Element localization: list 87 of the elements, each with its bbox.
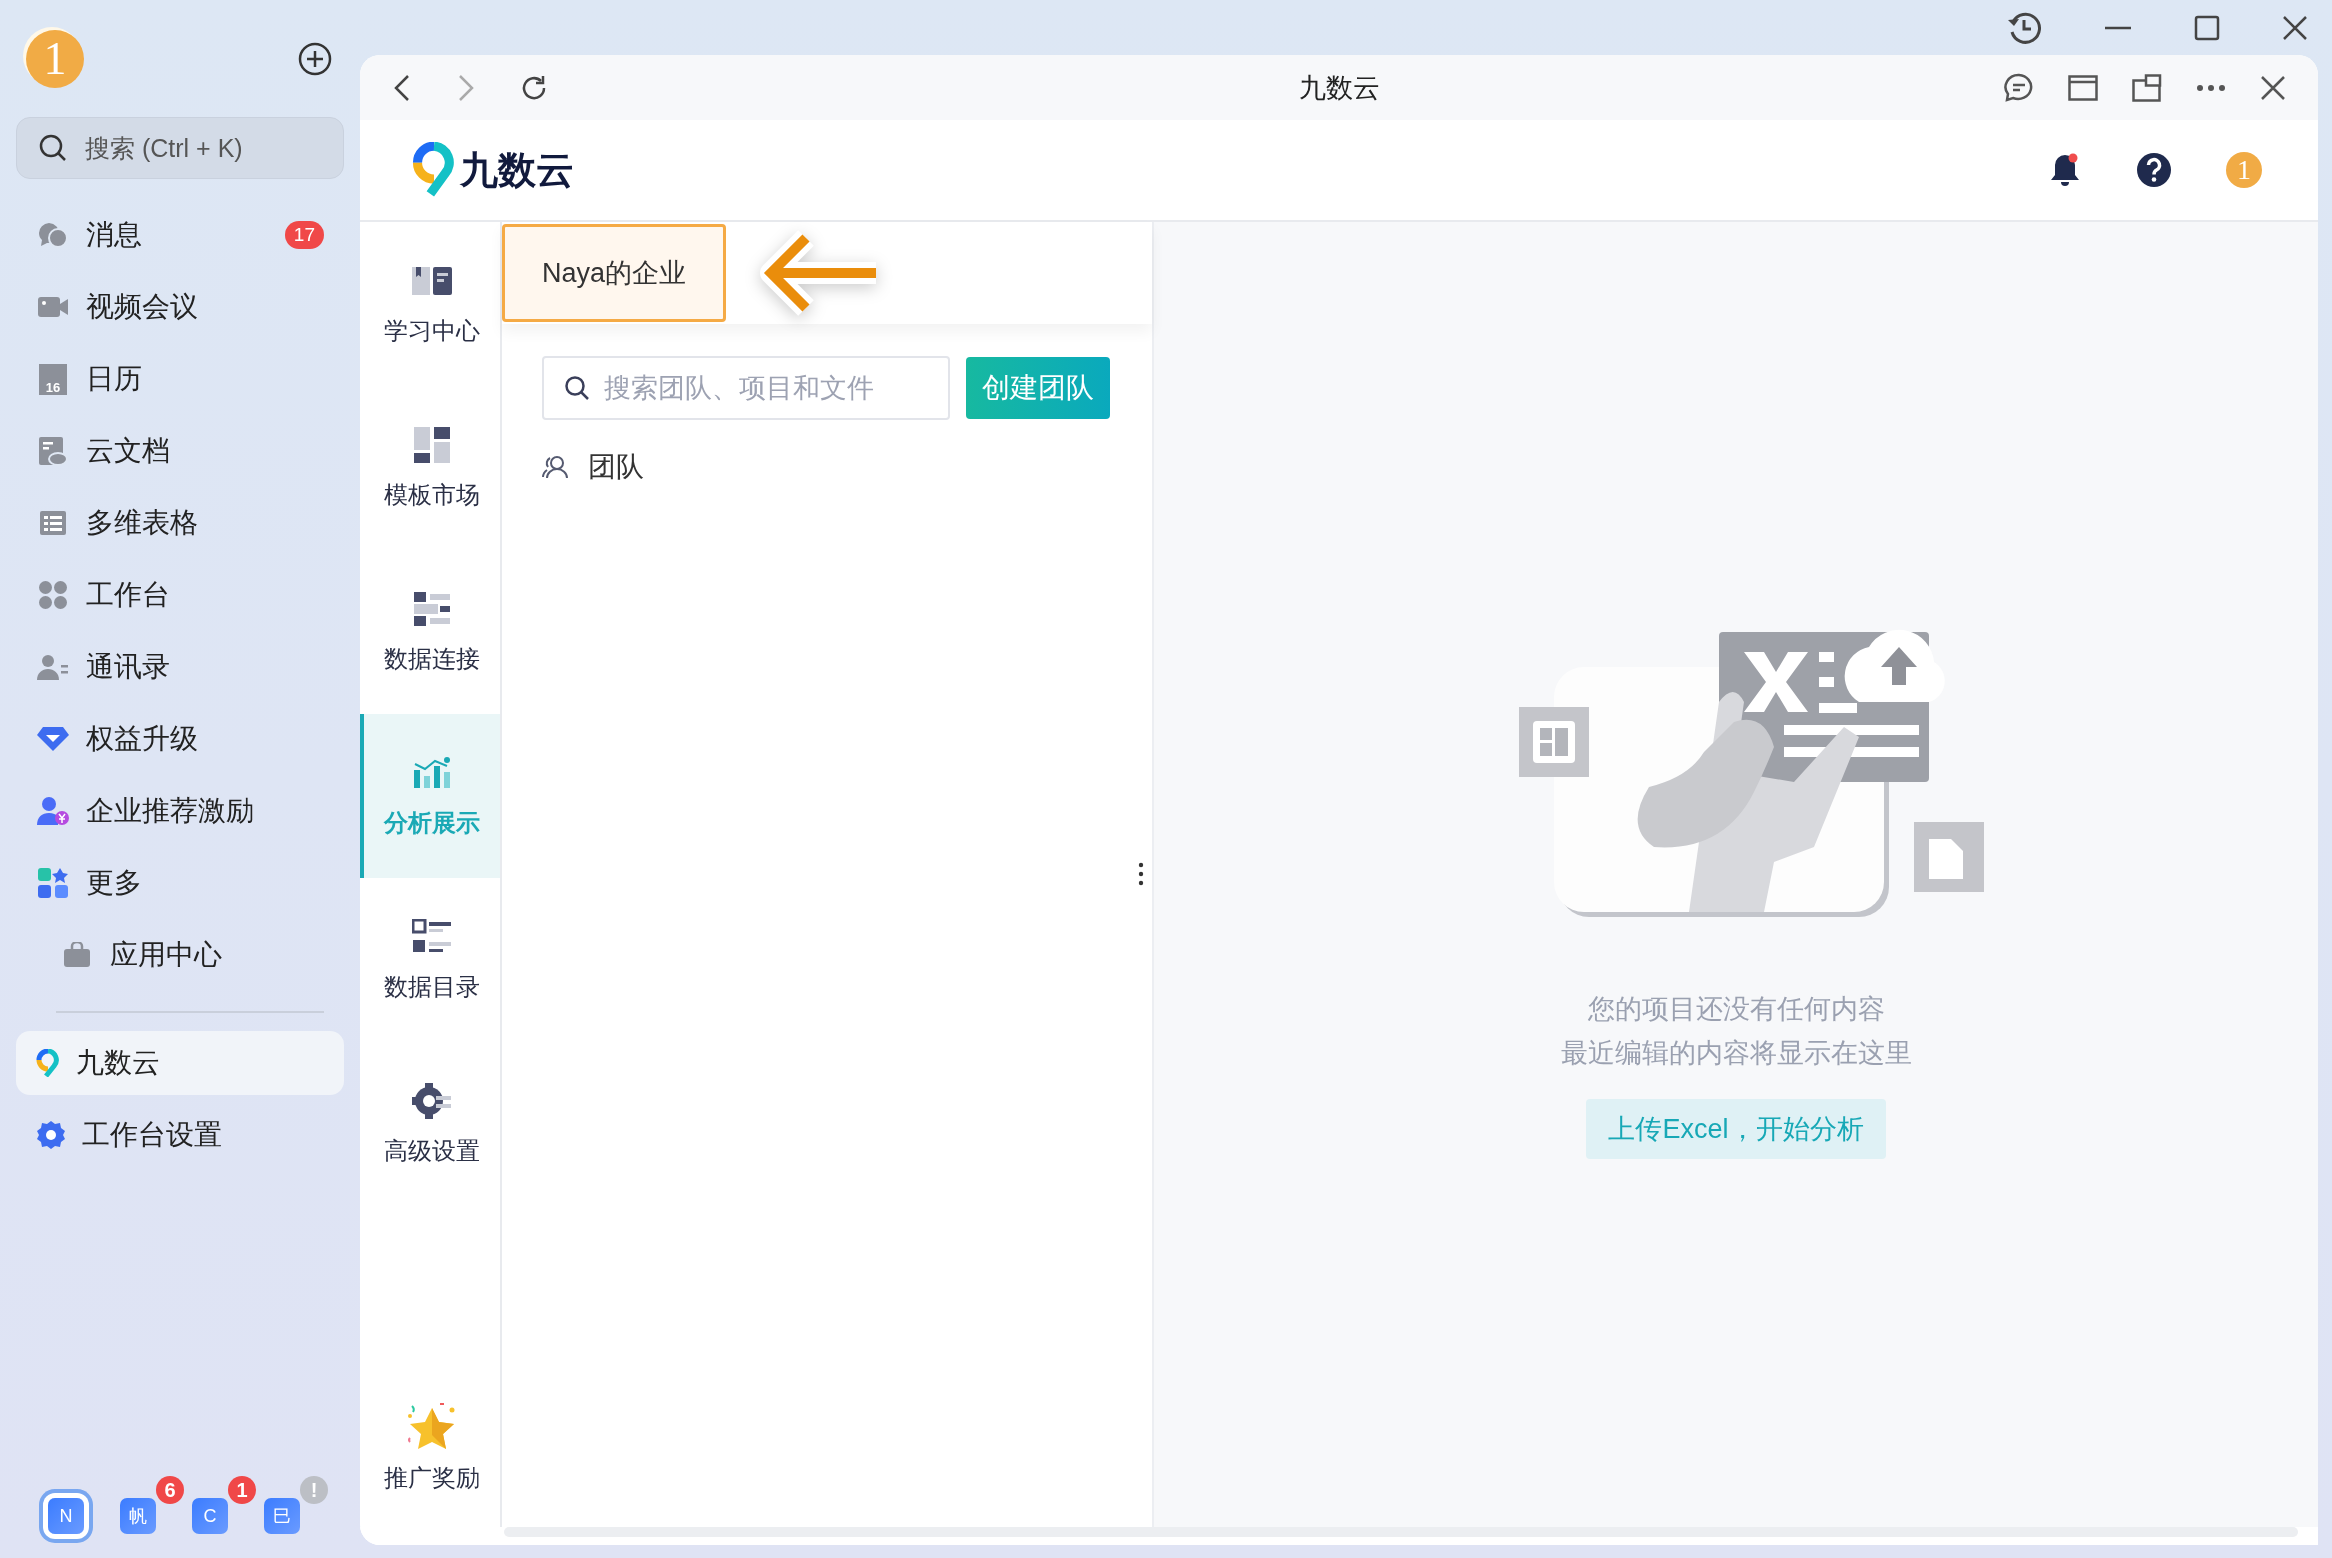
close-icon[interactable] xyxy=(2282,14,2308,41)
nav-item[interactable]: 数据连接 xyxy=(360,550,500,714)
sidebar-item[interactable]: 工作台 xyxy=(16,559,344,631)
sidebar-label: 通讯录 xyxy=(86,650,171,684)
person-yen-icon xyxy=(37,796,69,826)
sidebar-item[interactable]: 云文档 xyxy=(16,415,344,487)
sidebar-item[interactable]: 工作台设置 xyxy=(16,1103,344,1167)
nav-label: 推广奖励 xyxy=(384,1463,480,1493)
add-icon[interactable] xyxy=(298,41,332,76)
sidebar-label: 企业推荐激励 xyxy=(86,794,255,828)
bag-icon xyxy=(63,942,91,968)
sidebar-label: 多维表格 xyxy=(86,506,199,540)
gear-list-icon xyxy=(412,1082,452,1120)
sidebar-item[interactable]: 权益升级 xyxy=(16,703,344,775)
bell-icon[interactable] xyxy=(2048,152,2082,188)
grid-icon xyxy=(38,580,68,610)
nav-item[interactable]: 数据目录 xyxy=(360,878,500,1042)
book-icon xyxy=(411,265,453,297)
search-field[interactable]: 搜索团队、项目和文件 xyxy=(542,356,950,420)
sidebar-label: 权益升级 xyxy=(86,722,199,756)
calendar-icon: 16 xyxy=(39,363,67,395)
unread-badge: 17 xyxy=(284,221,324,249)
chat-icon xyxy=(37,221,69,249)
nav-item[interactable]: 高级设置 xyxy=(360,1042,500,1206)
template-grid-icon xyxy=(413,426,451,464)
logo-icon xyxy=(412,142,456,198)
settings-icon xyxy=(36,1120,66,1150)
document-cloud-icon xyxy=(38,436,68,466)
empty-message: 您的项目还没有任何内容 xyxy=(1587,993,1885,1026)
nav-label: 高级设置 xyxy=(384,1136,480,1166)
logo-icon xyxy=(36,1049,60,1077)
sidebar-label: 更多 xyxy=(86,866,143,900)
sidebar-label: 工作台设置 xyxy=(82,1118,223,1152)
maximize-icon[interactable] xyxy=(2194,14,2220,41)
sidebar-label: 工作台 xyxy=(86,578,171,612)
nav-item[interactable]: 学习中心 xyxy=(360,222,500,386)
more-icon[interactable] xyxy=(2196,83,2226,92)
sidebar-item[interactable]: 视频会议 xyxy=(16,271,344,343)
sidebar-item[interactable]: 消息 17 xyxy=(16,199,344,271)
close-icon[interactable] xyxy=(2260,74,2286,101)
sidebar-item[interactable]: 多维表格 xyxy=(16,487,344,559)
app-badge: ! xyxy=(300,1476,328,1504)
nav-item[interactable]: 模板市场 xyxy=(360,386,500,550)
sidebar-label: 应用中心 xyxy=(110,938,223,972)
refresh-icon[interactable] xyxy=(520,73,548,102)
sidebar-item[interactable]: 企业推荐激励 xyxy=(16,775,344,847)
sidebar-label: 视频会议 xyxy=(86,290,199,324)
sidebar-item[interactable]: 应用中心 xyxy=(16,919,344,991)
help-icon[interactable] xyxy=(2136,152,2172,188)
resize-handle-icon[interactable] xyxy=(1138,862,1144,886)
sidebar-item[interactable]: 通讯录 xyxy=(16,631,344,703)
catalog-icon xyxy=(412,919,452,955)
sidebar-item[interactable]: 更多 xyxy=(16,847,344,919)
search-field[interactable]: 搜索 (Ctrl + K) xyxy=(16,117,344,179)
data-connection-icon xyxy=(413,591,451,627)
window-icon[interactable] xyxy=(2068,74,2098,101)
contact-icon xyxy=(37,653,69,681)
sidebar-item[interactable]: 16 日历 xyxy=(16,343,344,415)
table-icon xyxy=(39,510,67,536)
search-icon xyxy=(564,375,590,401)
back-icon[interactable] xyxy=(392,73,412,102)
bar-chart-icon xyxy=(412,756,452,790)
app-badge: 1 xyxy=(228,1476,256,1504)
sidebar-label: 云文档 xyxy=(86,434,171,468)
nav-label: 数据连接 xyxy=(384,644,480,674)
sidebar-label: 日历 xyxy=(86,362,143,396)
logo-text: 九数云 xyxy=(460,147,574,193)
empty-message: 最近编辑的内容将显示在这里 xyxy=(1560,1037,1912,1070)
nav-label: 学习中心 xyxy=(384,316,480,346)
sidebar-label: 九数云 xyxy=(76,1046,161,1080)
nav-label: 分析展示 xyxy=(384,808,480,838)
diamond-icon xyxy=(37,726,69,752)
sidebar-label: 消息 xyxy=(86,218,143,252)
nav-label: 数据目录 xyxy=(384,972,480,1002)
app-badge: 6 xyxy=(156,1476,184,1504)
sidebar-item[interactable]: 九数云 xyxy=(16,1031,344,1095)
popout-icon[interactable] xyxy=(2132,73,2162,102)
search-icon xyxy=(38,133,68,163)
comment-icon[interactable] xyxy=(2004,72,2034,103)
enterprise-tab[interactable]: Naya的企业 xyxy=(502,224,726,322)
page-title: 九数云 xyxy=(1298,71,1380,105)
team-section[interactable]: 团队 xyxy=(542,448,1152,486)
nav-label: 模板市场 xyxy=(384,480,480,510)
nav-item[interactable]: 推广奖励 xyxy=(360,1373,500,1523)
video-camera-icon xyxy=(37,295,69,319)
apps-icon xyxy=(37,867,69,899)
people-icon xyxy=(542,455,568,479)
